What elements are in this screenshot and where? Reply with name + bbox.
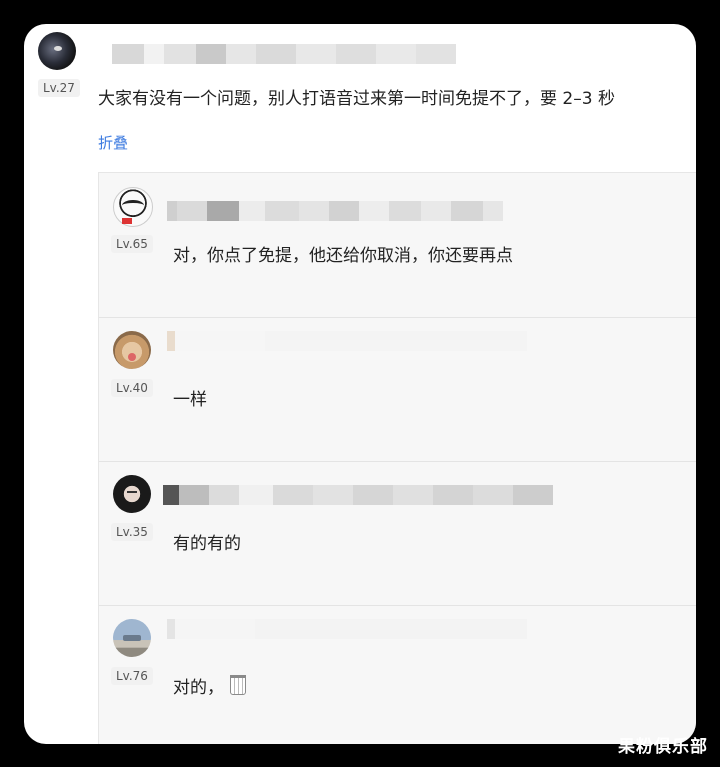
post-level-badge: Lv.27 [38, 79, 80, 97]
reply-text: 对，你点了免提，他还给你取消，你还要再点 [173, 246, 513, 266]
reply-list: Lv.65 对，你点了免提，他还给你取消，你还要再点 Lv.40 一样 Lv.3… [98, 172, 696, 744]
reply-level-badge: Lv.35 [111, 523, 153, 541]
reply-item: Lv.40 一样 [99, 317, 696, 462]
red-badge-icon [122, 218, 132, 224]
reply-level-badge: Lv.40 [111, 379, 153, 397]
reply-item: Lv.35 有的有的 [99, 461, 696, 606]
reply-username-blurred[interactable] [167, 201, 543, 221]
trash-can-icon [230, 675, 246, 695]
reply-username-blurred[interactable] [163, 485, 553, 505]
reply-text: 一样 [173, 390, 207, 410]
reply-text: 有的有的 [173, 534, 241, 554]
fold-link[interactable]: 折叠 [98, 132, 128, 153]
landscape-icon [123, 635, 141, 641]
post-username-blurred[interactable] [112, 44, 456, 64]
portrait-icon [127, 491, 137, 497]
reply-avatar[interactable] [113, 619, 151, 657]
watermark: 果粉俱乐部 [618, 737, 708, 757]
reply-level-badge: Lv.76 [111, 667, 153, 685]
reply-username-blurred[interactable] [167, 619, 527, 639]
reply-avatar[interactable] [113, 331, 151, 369]
comment-card: Lv.27 大家有没有一个问题，别人打语音过来第一时间免提不了，要 2–3 秒 … [24, 24, 696, 744]
reply-avatar[interactable] [113, 475, 151, 513]
reply-text-content: 对的， [173, 678, 224, 698]
post-text: 大家有没有一个问题，别人打语音过来第一时间免提不了，要 2–3 秒 [98, 89, 615, 109]
reply-item: Lv.76 对的， [99, 605, 696, 744]
cat-face-icon [128, 353, 136, 361]
reply-username-blurred[interactable] [167, 331, 527, 351]
reply-level-badge: Lv.65 [111, 235, 153, 253]
reply-text: 对的， [173, 673, 246, 698]
reply-avatar[interactable] [113, 187, 153, 227]
post-avatar[interactable] [38, 32, 76, 70]
reply-item: Lv.65 对，你点了免提，他还给你取消，你还要再点 [99, 173, 696, 318]
meme-face-icon [122, 200, 144, 211]
